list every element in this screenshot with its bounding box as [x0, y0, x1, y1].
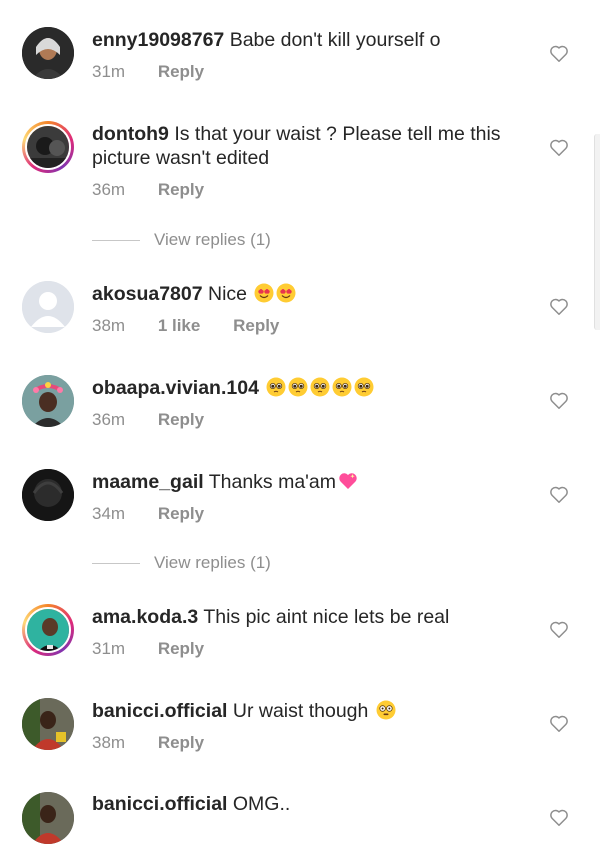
avatar-photo [27, 609, 69, 651]
like-heart-icon[interactable] [548, 136, 570, 158]
reply-button[interactable]: Reply [158, 639, 204, 658]
comment-time: 31m [92, 62, 126, 81]
comment-time: 34m [92, 504, 126, 523]
avatar-photo [27, 126, 69, 168]
comment-body: Ur waist though [232, 700, 369, 722]
comment-username[interactable]: dontoh9 [92, 123, 169, 145]
comment-username[interactable]: akosua7807 [92, 283, 203, 305]
avatar[interactable] [22, 604, 74, 656]
comment-text: akosua7807 Nice [92, 282, 532, 306]
pleading-face-emoji-icon [266, 377, 286, 397]
comment-text: obaapa.vivian.104 [92, 376, 532, 400]
like-heart-icon[interactable] [548, 295, 570, 317]
comment-meta: 31m Reply [92, 62, 232, 82]
view-replies-button[interactable]: View replies (1) [92, 230, 271, 250]
likes-count[interactable]: 1 like [158, 316, 201, 335]
reply-button[interactable]: Reply [233, 316, 279, 335]
comment-meta: 36m Reply [92, 180, 232, 200]
like-heart-icon[interactable] [548, 42, 570, 64]
default-avatar-icon [22, 281, 74, 333]
comment-meta: 38m 1 like Reply [92, 316, 307, 336]
avatar-photo [22, 698, 74, 750]
divider-line [92, 563, 140, 565]
reply-button[interactable]: Reply [158, 733, 204, 752]
sparkling-heart-emoji-icon [339, 473, 357, 489]
pleading-face-emoji-icon [354, 377, 374, 397]
view-replies-button[interactable]: View replies (1) [92, 553, 271, 573]
like-heart-icon[interactable] [548, 483, 570, 505]
comment-text: banicci.official Ur waist though [92, 699, 532, 723]
avatar[interactable] [22, 27, 74, 79]
comment-username[interactable]: obaapa.vivian.104 [92, 377, 259, 399]
reply-button[interactable]: Reply [158, 62, 204, 81]
avatar-photo [22, 469, 74, 521]
comment-body: Thanks ma'am [208, 471, 336, 493]
like-heart-icon[interactable] [548, 712, 570, 734]
comment-username[interactable]: banicci.official [92, 700, 227, 722]
comment-text: banicci.official OMG.. [92, 792, 532, 816]
avatar-photo [22, 27, 74, 79]
avatar[interactable] [22, 792, 74, 844]
comment-meta: 31m Reply [92, 639, 232, 659]
comment-body: Babe don't kill yourself o [229, 29, 441, 51]
avatar[interactable] [22, 469, 74, 521]
like-heart-icon[interactable] [548, 806, 570, 828]
flushed-face-emoji-icon [376, 700, 396, 720]
avatar-photo [22, 792, 74, 844]
comment-body: This pic aint nice lets be real [203, 606, 450, 628]
pleading-face-emoji-icon [310, 377, 330, 397]
avatar[interactable] [22, 281, 74, 333]
avatar[interactable] [22, 121, 74, 173]
comment-username[interactable]: enny19098767 [92, 29, 224, 51]
pleading-face-emoji-icon [332, 377, 352, 397]
comment-username[interactable]: ama.koda.3 [92, 606, 198, 628]
reply-button[interactable]: Reply [158, 180, 204, 199]
like-heart-icon[interactable] [548, 618, 570, 640]
scrollbar[interactable] [594, 134, 600, 330]
avatar[interactable] [22, 698, 74, 750]
smiling-heart-eyes-emoji-icon [254, 283, 274, 303]
reply-button[interactable]: Reply [158, 504, 204, 523]
avatar-photo [22, 375, 74, 427]
like-heart-icon[interactable] [548, 389, 570, 411]
reply-button[interactable]: Reply [158, 410, 204, 429]
comment-username[interactable]: banicci.official [92, 793, 227, 815]
view-replies-label: View replies (1) [154, 553, 271, 572]
comment-time: 31m [92, 639, 126, 658]
comment-text: dontoh9 Is that your waist ? Please tell… [92, 122, 532, 170]
comment-meta: 38m Reply [92, 733, 232, 753]
comment-time: 38m [92, 316, 126, 335]
comment-body: Nice [208, 283, 248, 305]
pleading-face-emoji-icon [288, 377, 308, 397]
comment-text: ama.koda.3 This pic aint nice lets be re… [92, 605, 532, 629]
comment-time: 38m [92, 733, 126, 752]
avatar[interactable] [22, 375, 74, 427]
comment-text: enny19098767 Babe don't kill yourself o [92, 28, 532, 52]
smiling-heart-eyes-emoji-icon [276, 283, 296, 303]
view-replies-label: View replies (1) [154, 230, 271, 249]
comment-body: OMG.. [232, 793, 291, 815]
comment-text: maame_gail Thanks ma'am [92, 470, 532, 494]
divider-line [92, 240, 140, 242]
comment-meta: 36m Reply [92, 410, 232, 430]
comment-username[interactable]: maame_gail [92, 471, 204, 493]
comment-time: 36m [92, 180, 126, 199]
comment-meta: 34m Reply [92, 504, 232, 524]
comment-time: 36m [92, 410, 126, 429]
